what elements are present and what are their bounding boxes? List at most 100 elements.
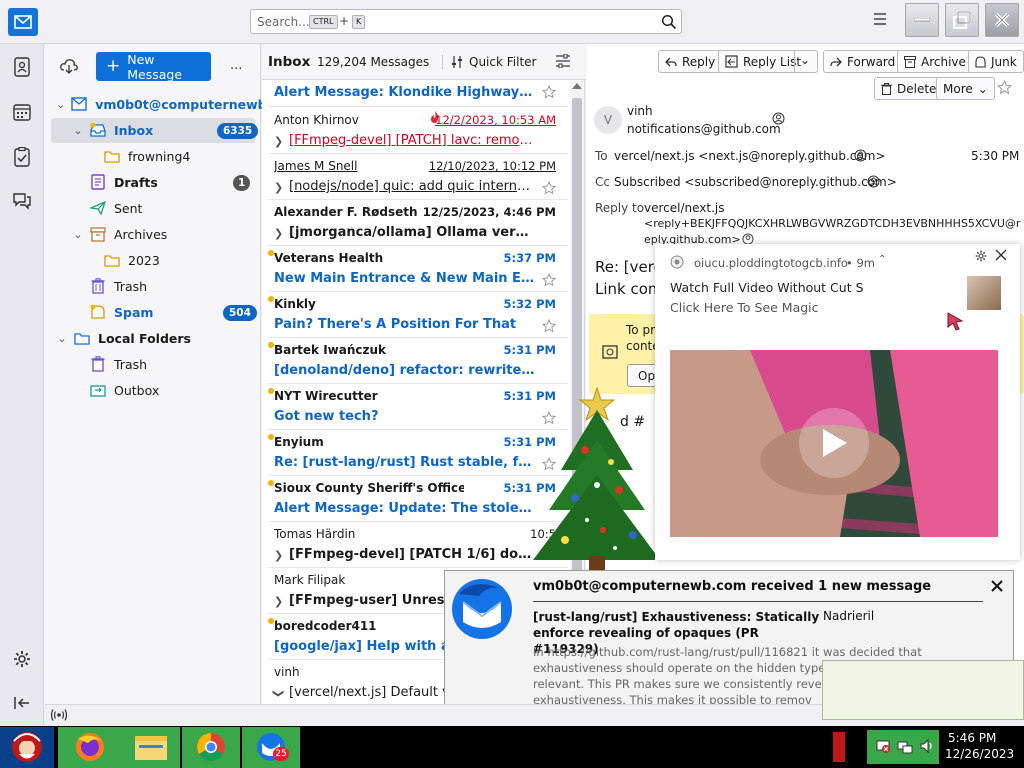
star-icon[interactable]: [997, 80, 1012, 95]
taskbar-chrome[interactable]: [182, 727, 240, 768]
reply-list-icon: [725, 55, 738, 68]
settings-gear-icon[interactable]: [11, 648, 33, 670]
folder-pane-more-button[interactable]: ...: [230, 58, 242, 73]
trash-icon: [90, 278, 106, 294]
local-folders-row[interactable]: ⌄ Local Folders: [56, 326, 191, 350]
delete-button[interactable]: Delete: [874, 77, 944, 100]
taskbar-firefox[interactable]: [58, 727, 122, 768]
folder-icon: [104, 252, 120, 268]
message-row[interactable]: Anton Khirnov 12/2/2023, 10:53 AM ❯ [FFm…: [268, 108, 568, 154]
more-button[interactable]: More ⌄: [936, 77, 995, 100]
start-button[interactable]: [0, 727, 54, 768]
message-row[interactable]: Kinkly 5:32 PM Pain? There's A Position …: [268, 292, 568, 338]
folder-local-trash[interactable]: Trash: [90, 352, 147, 376]
message-date: 12/10/2023, 10:12 PM: [428, 159, 556, 173]
taskbar-clock-date[interactable]: 12/26/2023: [945, 747, 1014, 761]
from-email[interactable]: notifications@github.com: [627, 122, 781, 136]
close-window-button[interactable]: [985, 3, 1019, 37]
message-row[interactable]: Alexander F. Rødseth 12/25/2023, 4:46 PM…: [268, 200, 568, 246]
play-icon[interactable]: [799, 408, 869, 478]
notification-close-icon[interactable]: [990, 579, 1004, 593]
tasks-icon[interactable]: [11, 146, 33, 168]
folder-trash[interactable]: Trash: [90, 274, 147, 298]
notification-sender: Nadrieril: [823, 609, 875, 623]
contact-icon[interactable]: [854, 149, 867, 162]
star-icon[interactable]: [542, 181, 556, 195]
star-icon[interactable]: [542, 85, 556, 99]
folder-outbox[interactable]: Outbox: [90, 378, 159, 402]
message-date: 5:37 PM: [503, 251, 556, 265]
chevron-down-icon[interactable]: ⌄: [56, 98, 65, 111]
folder-inbox[interactable]: ⌄ Inbox: [72, 118, 153, 142]
chevron-down-icon[interactable]: ⌄: [56, 332, 68, 345]
message-subject: [jmorganca/ollama] Ollama version (...: [289, 225, 536, 240]
message-subject: [FFmpeg-devel] [PATCH 1/6] doc/...: [289, 547, 536, 562]
chevron-up-icon[interactable]: ⌃: [878, 254, 886, 265]
folder-archives[interactable]: ⌄ Archives: [72, 222, 167, 246]
search-icon[interactable]: [661, 14, 677, 30]
archive-button[interactable]: Archive: [897, 50, 973, 73]
mail-app-icon[interactable]: [8, 8, 38, 36]
folder-spam[interactable]: Spam: [90, 300, 153, 324]
folder-sent[interactable]: Sent: [90, 196, 142, 220]
ad-close-icon[interactable]: [995, 249, 1007, 261]
collapse-spaces-icon[interactable]: [11, 692, 33, 714]
folder-label: Local Folders: [98, 330, 191, 346]
minimize-button[interactable]: [905, 3, 939, 37]
get-messages-icon[interactable]: [60, 58, 78, 74]
reply-to-name[interactable]: vercel/next.js: [644, 201, 725, 215]
from-name[interactable]: vinh: [627, 104, 653, 118]
forward-button[interactable]: Forward: [823, 50, 903, 73]
ad-cta[interactable]: Click Here To See Magic: [670, 300, 819, 315]
to-value[interactable]: vercel/next.js <next.js@noreply.github.c…: [614, 149, 886, 163]
folder-label: Sent: [114, 200, 143, 216]
address-book-icon[interactable]: [11, 56, 33, 78]
star-icon[interactable]: [542, 319, 556, 333]
folder-drafts[interactable]: Drafts: [90, 170, 158, 194]
archive-icon: [90, 226, 106, 242]
new-message-button[interactable]: + New Message: [96, 52, 211, 82]
chevron-down-icon[interactable]: ⌄: [72, 124, 84, 137]
shortcut-key-ctrl: CTRL: [309, 15, 338, 29]
search-input[interactable]: Search... CTRL + K: [250, 9, 682, 34]
chevron-down-icon[interactable]: ⌄: [800, 53, 810, 67]
ad-title[interactable]: Watch Full Video Without Cut S: [670, 280, 864, 295]
account-row[interactable]: ⌄ vm0b0t@computernewb....: [56, 92, 286, 116]
contact-icon[interactable]: [867, 175, 880, 188]
contact-icon[interactable]: [772, 112, 785, 125]
maximize-button[interactable]: [945, 3, 979, 37]
scroll-up-icon[interactable]: [572, 83, 582, 89]
ad-thumbnail[interactable]: [967, 276, 1001, 310]
thread-folder-name: Inbox: [268, 54, 311, 70]
reply-to-address[interactable]: <reply+BEKJFFQQJKCXHRLWBGVWRZGDTCDH3EVBN…: [644, 217, 1020, 230]
network-icon[interactable]: [897, 738, 913, 754]
message-subject: Pain? There's A Position For That: [274, 317, 517, 332]
app-menu-icon[interactable]: [872, 12, 888, 26]
cc-value[interactable]: Subscribed <subscribed@noreply.github.co…: [614, 175, 897, 189]
message-row[interactable]: Alert Message: Klondike Highway Closed: [268, 81, 568, 107]
taskbar-thunderbird[interactable]: [242, 727, 300, 768]
volume-icon[interactable]: [919, 738, 935, 754]
online-status-icon[interactable]: [51, 709, 67, 721]
tray-decoration: [833, 732, 845, 762]
taskbar-file-explorer[interactable]: [122, 727, 180, 768]
folder-2023[interactable]: 2023: [104, 248, 160, 272]
message-row[interactable]: Veterans Health 5:37 PM New Main Entranc…: [268, 246, 568, 292]
message-row[interactable]: James M Snell 12/10/2023, 10:12 PM ❯ [no…: [268, 154, 568, 200]
chevron-down-icon[interactable]: ⌄: [72, 228, 84, 241]
ad-age: • 9m: [846, 256, 875, 270]
reply-list-button[interactable]: Reply List ⌄: [718, 50, 818, 73]
chat-icon[interactable]: [11, 190, 33, 212]
quick-filter-button[interactable]: Quick Filter: [451, 55, 536, 69]
reply-button[interactable]: Reply: [658, 50, 723, 73]
network-error-icon[interactable]: [875, 738, 891, 754]
reply-label: Reply: [682, 54, 716, 69]
display-options-icon[interactable]: [556, 54, 570, 68]
ad-settings-icon[interactable]: [975, 250, 987, 262]
taskbar-clock-time[interactable]: 5:46 PM: [948, 731, 996, 745]
junk-button[interactable]: Junk: [968, 50, 1024, 73]
message-sender: Bartek Iwańczuk: [274, 343, 387, 357]
star-icon[interactable]: [542, 273, 556, 287]
calendar-icon[interactable]: [11, 101, 33, 123]
folder-frowning4[interactable]: frowning4: [104, 144, 190, 168]
